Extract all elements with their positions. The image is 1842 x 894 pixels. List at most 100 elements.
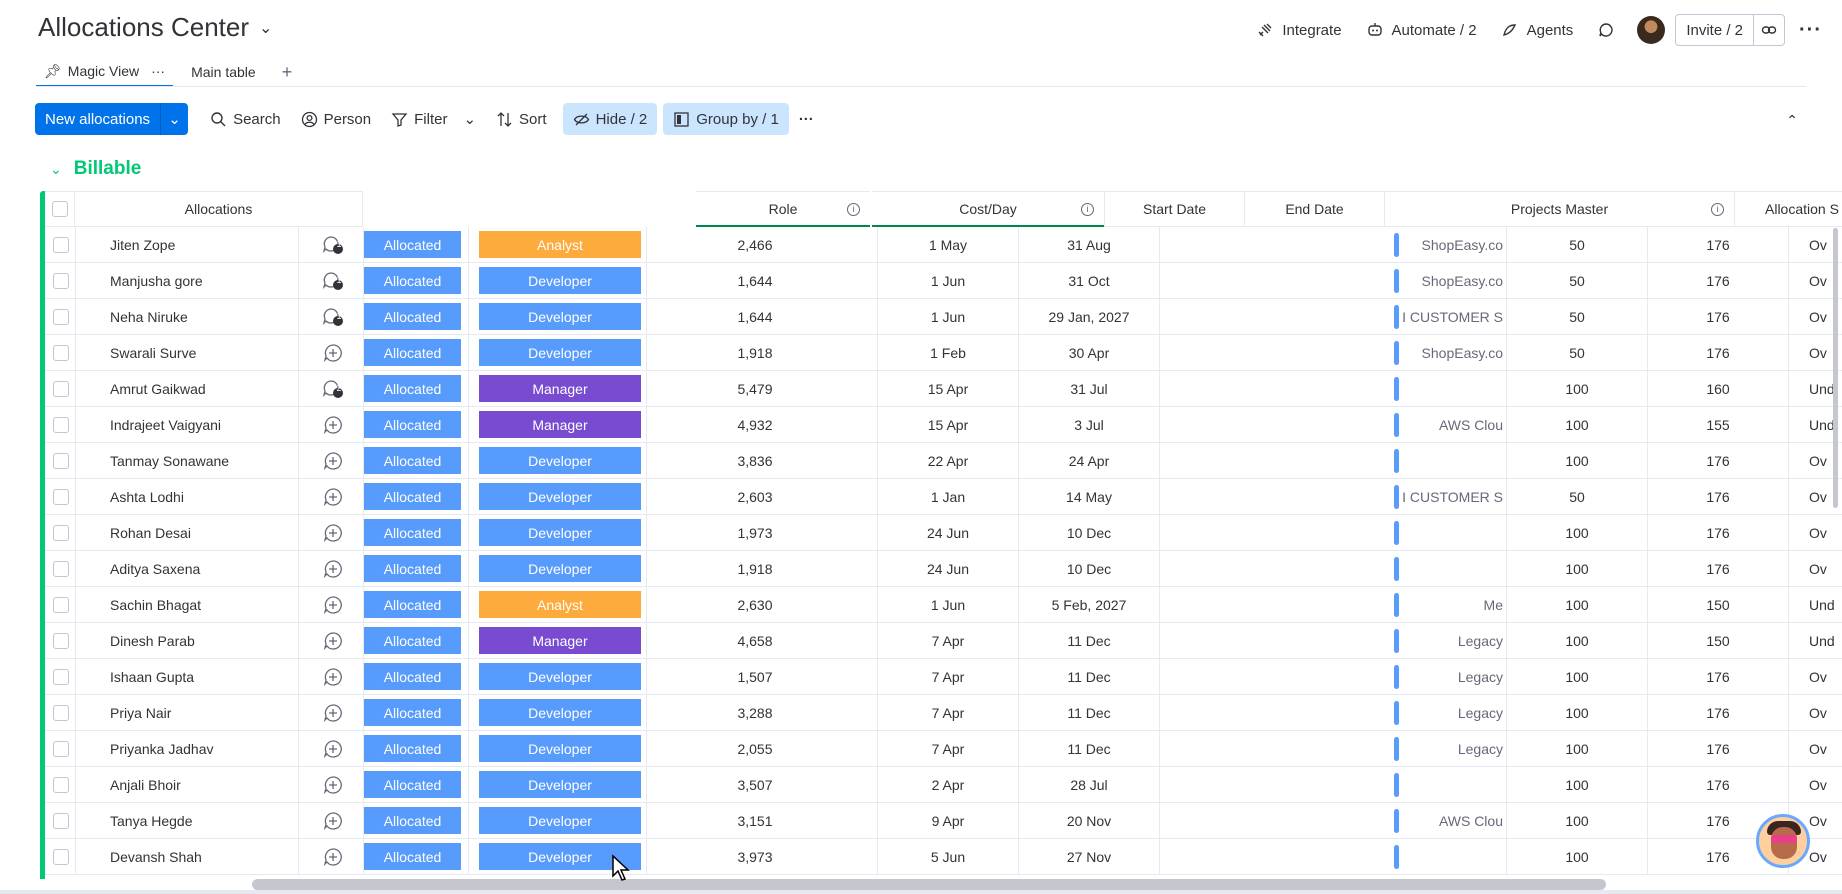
cost-day-value[interactable]: 5,479 [647, 371, 863, 406]
allocation-percent[interactable]: 100 [1507, 551, 1647, 586]
allocation-hours[interactable]: 160 [1648, 371, 1788, 406]
table-row[interactable]: Neha Niruke 1 Allocated Developer 1,644 … [45, 299, 1842, 335]
role-badge[interactable]: Developer [479, 519, 641, 546]
add-update-icon[interactable] [321, 839, 345, 874]
allocation-percent[interactable]: 100 [1507, 803, 1647, 838]
tab-main-table[interactable]: Main table [183, 57, 264, 87]
cost-day-value[interactable]: 1,918 [647, 551, 863, 586]
status-badge[interactable]: Allocated [364, 807, 461, 834]
row-checkbox[interactable] [53, 777, 69, 793]
end-date-value[interactable]: 14 May [1019, 479, 1159, 514]
role-badge[interactable]: Developer [479, 303, 641, 330]
table-row[interactable]: Dinesh Parab Allocated Manager 4,658 7 A… [45, 623, 1842, 659]
allocation-status[interactable]: Ov [1809, 803, 1839, 838]
allocation-hours[interactable]: 176 [1648, 515, 1788, 550]
project-name[interactable]: Legacy [1403, 695, 1503, 730]
table-row[interactable]: Swarali Surve Allocated Developer 1,918 … [45, 335, 1842, 371]
allocation-percent[interactable]: 100 [1507, 623, 1647, 658]
row-checkbox[interactable] [53, 381, 69, 397]
end-date-value[interactable]: 3 Jul [1019, 407, 1159, 442]
cost-day-value[interactable]: 2,055 [647, 731, 863, 766]
allocation-hours[interactable]: 176 [1648, 443, 1788, 478]
start-date-value[interactable]: 24 Jun [878, 551, 1018, 586]
allocation-percent[interactable]: 50 [1507, 227, 1647, 262]
project-name[interactable] [1403, 515, 1503, 550]
select-all-checkbox[interactable] [51, 201, 68, 217]
row-checkbox[interactable] [53, 453, 69, 469]
role-badge[interactable]: Developer [479, 663, 641, 690]
row-checkbox[interactable] [53, 597, 69, 613]
updates-icon[interactable]: 2 [321, 371, 345, 406]
status-badge[interactable]: Allocated [364, 411, 461, 438]
allocation-percent[interactable]: 50 [1507, 479, 1647, 514]
project-name[interactable]: Me [1403, 587, 1503, 622]
invite-button[interactable]: Invite / 2 [1675, 14, 1786, 46]
end-date-value[interactable]: 20 Nov [1019, 803, 1159, 838]
status-badge[interactable]: Allocated [364, 339, 461, 366]
status-badge[interactable]: Allocated [364, 771, 461, 798]
info-icon[interactable]: i [1711, 203, 1724, 216]
allocation-percent[interactable]: 100 [1507, 659, 1647, 694]
chevron-down-icon[interactable]: ⌄ [259, 18, 272, 38]
project-name[interactable] [1403, 443, 1503, 478]
role-badge[interactable]: Manager [479, 411, 641, 438]
allocation-name[interactable]: Priya Nair [110, 695, 171, 730]
table-row[interactable]: Tanmay Sonawane Allocated Developer 3,83… [45, 443, 1842, 479]
row-checkbox[interactable] [53, 633, 69, 649]
project-name[interactable]: AWS Clou [1403, 803, 1503, 838]
start-date-value[interactable]: 5 Jun [878, 839, 1018, 874]
end-date-value[interactable]: 24 Apr [1019, 443, 1159, 478]
row-checkbox[interactable] [53, 561, 69, 577]
header-end-date[interactable]: End Date [1244, 191, 1384, 227]
collapse-header-icon[interactable]: ⌃ [1786, 112, 1798, 129]
allocation-status[interactable]: Ov [1809, 839, 1839, 874]
more-options-icon[interactable]: ··· [1799, 19, 1822, 42]
allocation-status[interactable]: Ov [1809, 515, 1839, 550]
project-name[interactable] [1403, 551, 1503, 586]
start-date-value[interactable]: 24 Jun [878, 515, 1018, 550]
hide-button[interactable]: Hide / 2 [562, 103, 658, 135]
project-name[interactable] [1403, 371, 1503, 406]
allocation-name[interactable]: Aditya Saxena [110, 551, 200, 586]
add-update-icon[interactable] [321, 479, 345, 514]
allocation-name[interactable]: Dinesh Parab [110, 623, 195, 658]
add-update-icon[interactable] [321, 623, 345, 658]
table-row[interactable]: Priyanka Jadhav Allocated Developer 2,05… [45, 731, 1842, 767]
allocation-status[interactable]: Und [1809, 623, 1839, 658]
add-view-icon[interactable]: + [282, 62, 293, 83]
table-row[interactable]: Anjali Bhoir Allocated Developer 3,507 2… [45, 767, 1842, 803]
cost-day-value[interactable]: 1,507 [647, 659, 863, 694]
allocation-name[interactable]: Ashta Lodhi [110, 479, 184, 514]
table-row[interactable]: Aditya Saxena Allocated Developer 1,918 … [45, 551, 1842, 587]
allocation-status[interactable]: Ov [1809, 551, 1839, 586]
updates-icon[interactable]: 1 [321, 299, 345, 334]
group-header[interactable]: ⌄ Billable [50, 158, 141, 180]
role-badge[interactable]: Manager [479, 375, 641, 402]
project-name[interactable]: ShopEasy.co [1403, 263, 1503, 298]
role-badge[interactable]: Analyst [479, 231, 641, 258]
allocation-name[interactable]: Tanya Hegde [110, 803, 193, 838]
agents-button[interactable]: Agents [1489, 17, 1586, 43]
allocation-hours[interactable]: 150 [1648, 623, 1788, 658]
allocation-hours[interactable]: 176 [1648, 335, 1788, 370]
new-allocations-button[interactable]: New allocations ⌄ [35, 103, 189, 135]
project-name[interactable] [1403, 767, 1503, 802]
project-name[interactable]: Legacy [1403, 731, 1503, 766]
header-role[interactable]: Role i [696, 191, 870, 227]
allocation-name[interactable]: Tanmay Sonawane [110, 443, 229, 478]
row-checkbox[interactable] [53, 813, 69, 829]
sort-button[interactable]: Sort [486, 103, 557, 135]
allocation-percent[interactable]: 100 [1507, 767, 1647, 802]
horizontal-scrollbar[interactable] [252, 879, 1606, 890]
updates-button[interactable] [1585, 17, 1627, 43]
table-row[interactable]: Priya Nair Allocated Developer 3,288 7 A… [45, 695, 1842, 731]
role-badge[interactable]: Developer [479, 771, 641, 798]
table-row[interactable]: Ishaan Gupta Allocated Developer 1,507 7… [45, 659, 1842, 695]
table-row[interactable]: Tanya Hegde Allocated Developer 3,151 9 … [45, 803, 1842, 839]
header-cost-day[interactable]: Cost/Day i [872, 191, 1104, 227]
role-badge[interactable]: Developer [479, 483, 641, 510]
allocation-percent[interactable]: 50 [1507, 263, 1647, 298]
row-checkbox[interactable] [53, 237, 69, 253]
project-name[interactable]: AI CUSTOMER S [1403, 299, 1503, 334]
tab-magic-view[interactable]: 📌︎ Magic View ··· [36, 57, 174, 87]
